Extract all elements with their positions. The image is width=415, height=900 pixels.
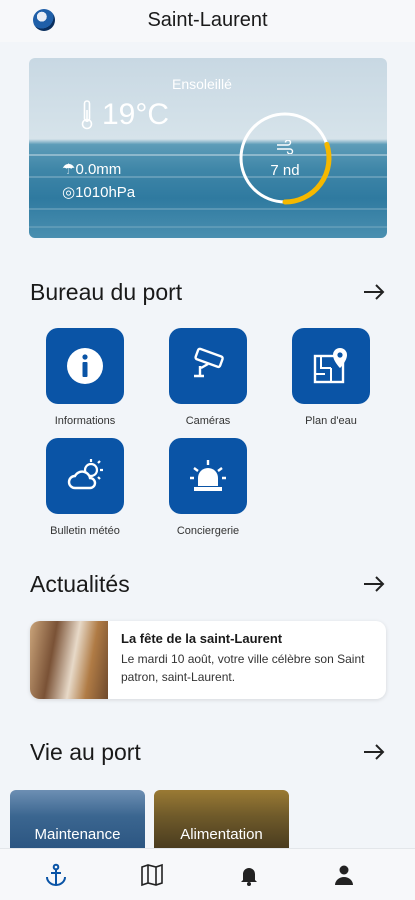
bell-icon[interactable] <box>237 863 261 887</box>
camera-icon <box>194 347 224 378</box>
anchor-icon[interactable] <box>44 863 68 887</box>
map-icon[interactable] <box>140 863 164 887</box>
arrow-right-icon[interactable] <box>362 743 386 761</box>
rain-value: 0.0mm <box>75 161 122 178</box>
wind-gauge <box>239 112 332 205</box>
tile-label: Informations <box>54 415 116 427</box>
news-thumbnail <box>30 621 108 699</box>
tile-label: Caméras <box>185 415 231 427</box>
weather-icon <box>67 459 103 490</box>
weather-condition: Ensoleillé <box>172 76 232 92</box>
tile-label: Bulletin météo <box>50 525 120 537</box>
tile-label: Plan d'eau <box>305 415 357 427</box>
news-title: La fête de la saint-Laurent <box>121 631 283 646</box>
card-alimentation[interactable]: Alimentation <box>154 790 289 848</box>
weather-card[interactable]: Ensoleillé 19°C ☂0.0mm ◎1010hPa 7 nd <box>29 58 387 238</box>
card-maintenance[interactable]: Maintenance <box>10 790 145 848</box>
card-label: Maintenance <box>34 826 121 843</box>
section-title-news: Actualités <box>30 571 130 597</box>
user-icon[interactable] <box>332 863 356 887</box>
section-title-harbour: Bureau du port <box>30 279 183 305</box>
temperature-value: 19°C <box>102 98 170 131</box>
pressure-value: 1010hPa <box>75 184 136 201</box>
arrow-right-icon[interactable] <box>362 283 386 301</box>
alarm-light-icon <box>190 460 226 491</box>
tile-plan-eau[interactable] <box>292 328 370 404</box>
wind-icon <box>277 140 294 154</box>
tile-conciergerie[interactable] <box>169 438 247 514</box>
wind-value: 7 nd <box>270 162 300 179</box>
news-text: Le mardi 10 août, votre ville célèbre so… <box>121 652 365 684</box>
tile-label: Conciergerie <box>176 525 240 537</box>
info-icon <box>67 348 103 384</box>
bottom-nav <box>0 848 415 900</box>
tile-bulletin-meteo[interactable] <box>46 438 124 514</box>
arrow-right-icon[interactable] <box>362 575 386 593</box>
tile-informations[interactable] <box>46 328 124 404</box>
news-card[interactable]: La fête de la saint-Laurent Le mardi 10 … <box>30 621 386 699</box>
tile-cameras[interactable] <box>169 328 247 404</box>
thermometer-icon <box>81 100 93 130</box>
rain-row: ☂0.0mm <box>62 160 121 178</box>
card-label: Alimentation <box>180 826 263 843</box>
map-pin-icon <box>313 348 347 384</box>
section-title-life: Vie au port <box>30 739 141 765</box>
pressure-row: ◎1010hPa <box>62 183 135 201</box>
top-bar: Saint-Laurent <box>0 0 415 42</box>
app-title: Saint-Laurent <box>147 9 268 31</box>
umbrella-icon: ☂ <box>62 161 76 178</box>
pressure-icon: ◎ <box>62 184 76 201</box>
